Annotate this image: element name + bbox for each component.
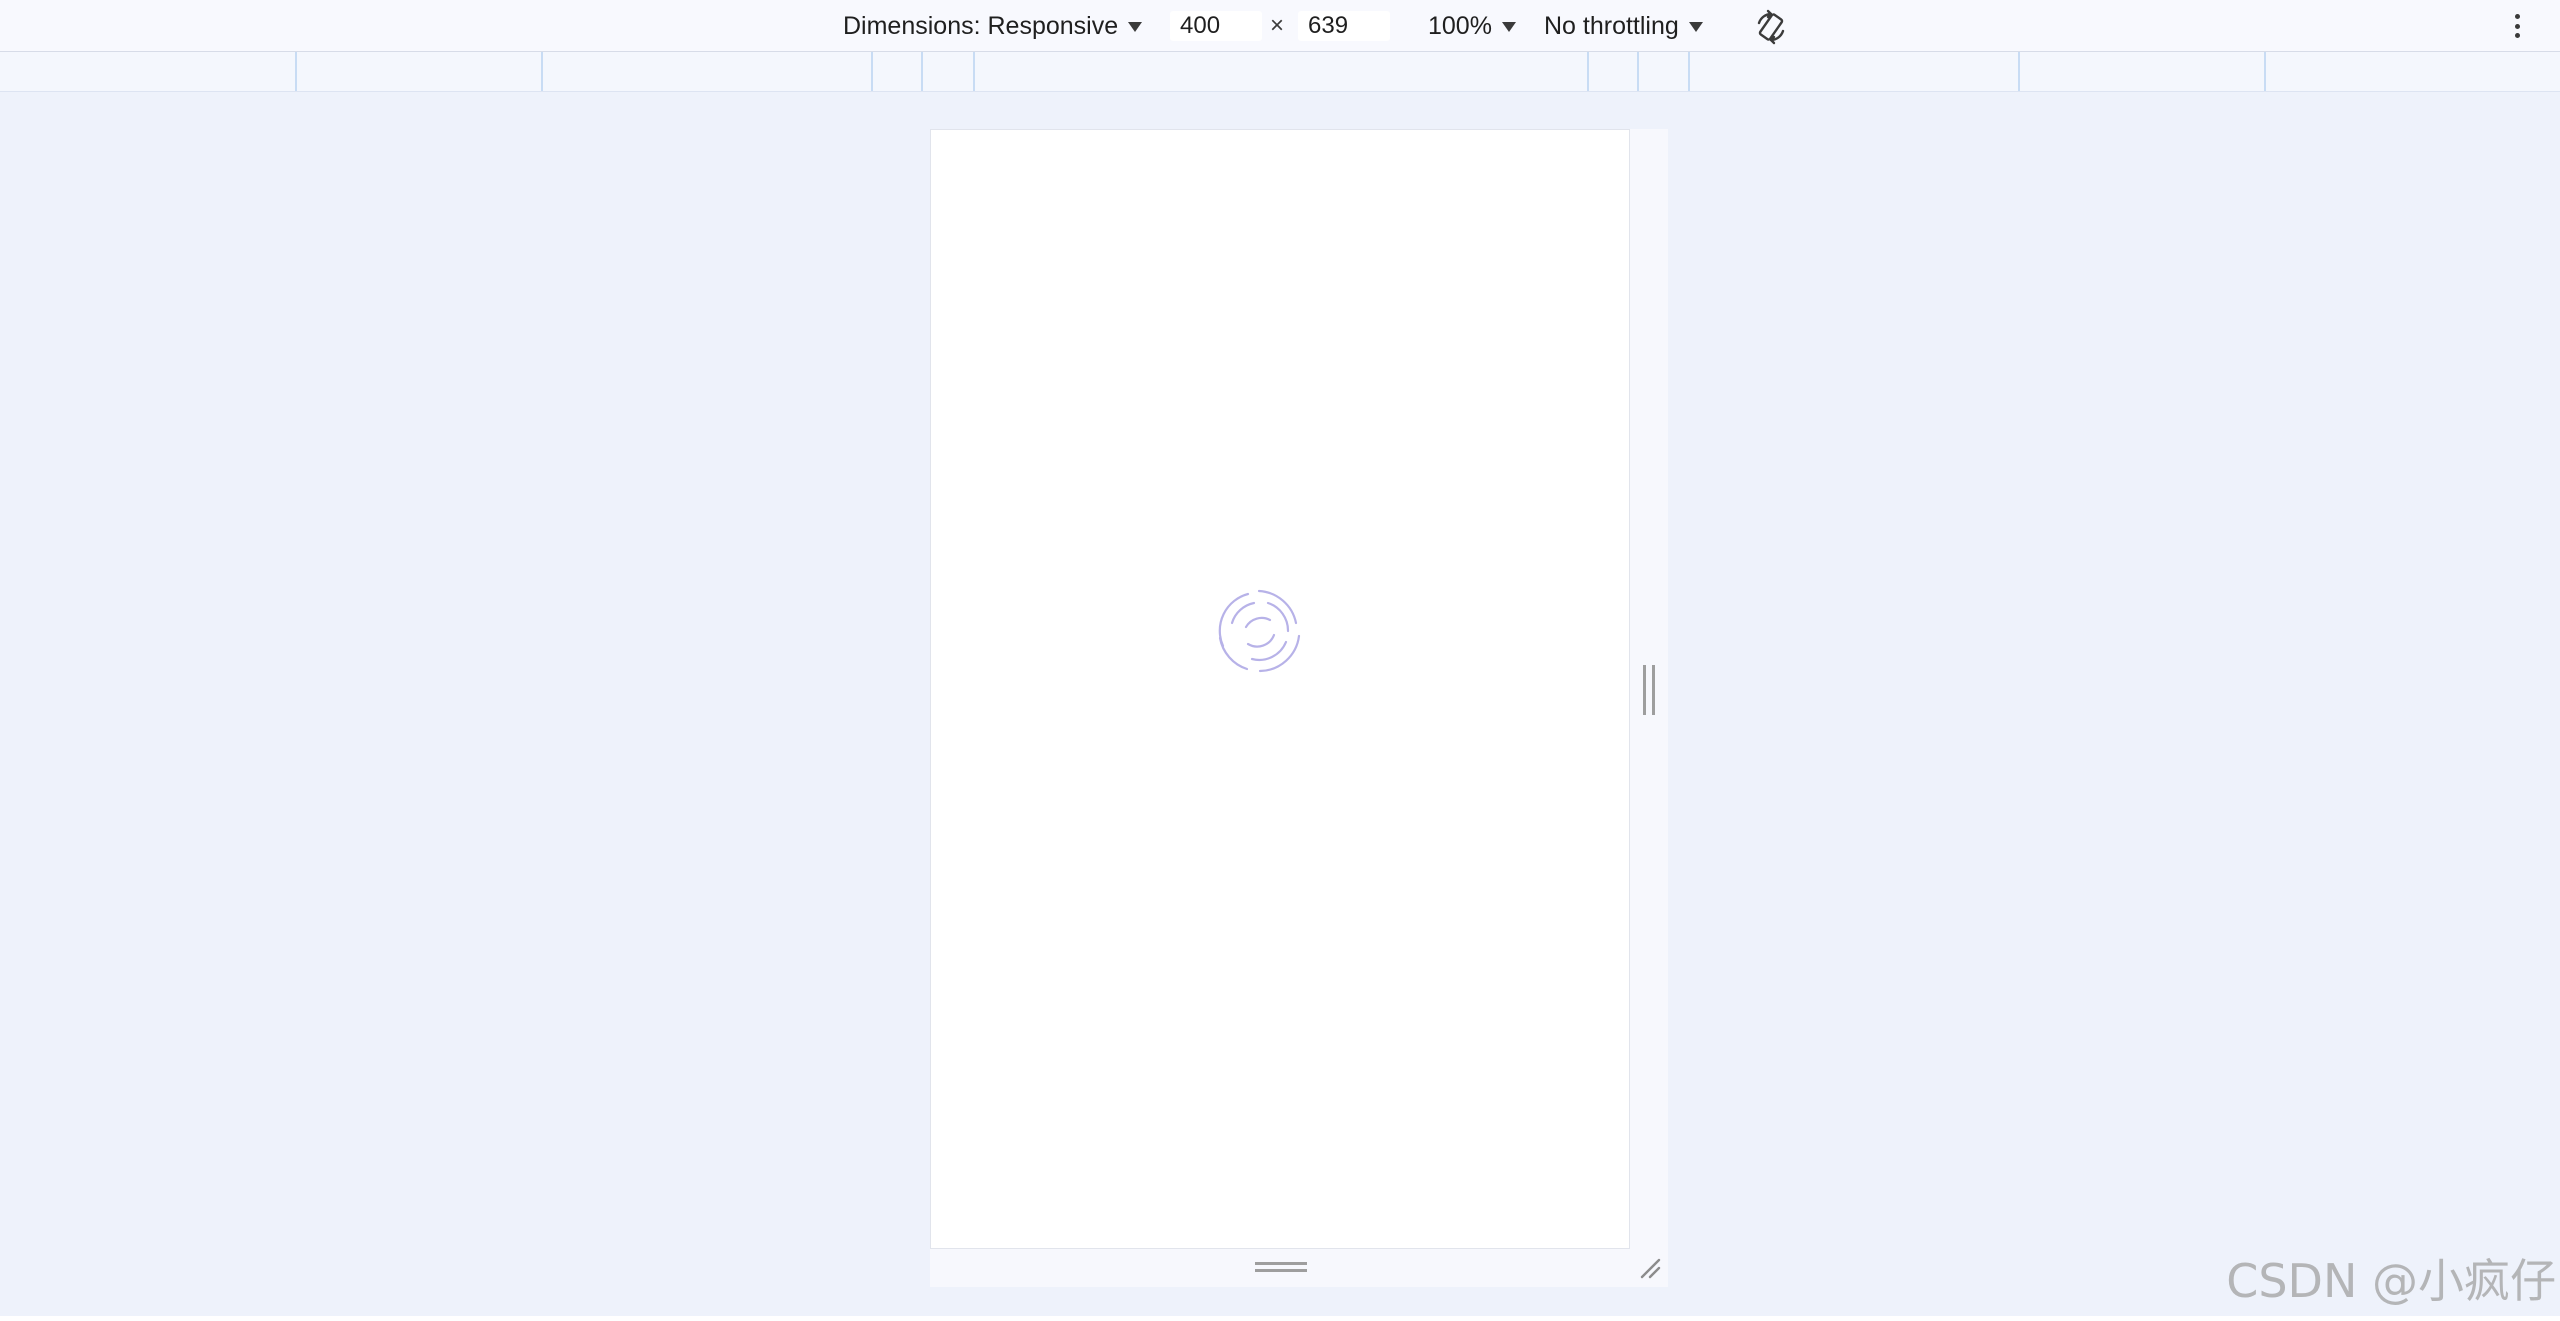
media-query-marker — [2264, 52, 2266, 91]
device-toolbar: Dimensions: Responsive × 100% No throttl… — [0, 0, 2560, 52]
zoom-dropdown[interactable]: 100% — [1428, 0, 1516, 52]
media-query-marker — [1637, 52, 1639, 91]
media-query-marker — [295, 52, 297, 91]
rotate-button[interactable] — [1752, 8, 1790, 46]
loading-spinner-icon — [1218, 589, 1301, 673]
device-viewport[interactable] — [930, 129, 1630, 1249]
chevron-down-icon — [1128, 22, 1143, 32]
zoom-label: 100% — [1428, 11, 1492, 40]
horizontal-grip-icon — [1255, 1262, 1307, 1272]
width-input[interactable] — [1170, 11, 1262, 41]
media-query-marker — [921, 52, 923, 91]
throttling-label: No throttling — [1544, 11, 1679, 40]
media-query-marker — [1688, 52, 1690, 91]
throttling-dropdown[interactable]: No throttling — [1544, 0, 1703, 52]
media-query-marker — [1587, 52, 1589, 91]
resize-corner-icon — [1640, 1258, 1661, 1279]
dimensions-dropdown[interactable]: Dimensions: Responsive — [843, 0, 1143, 52]
rotate-icon — [1757, 9, 1785, 45]
chevron-down-icon — [1501, 22, 1516, 32]
loading-spinner — [1204, 576, 1314, 686]
times-symbol: × — [1270, 12, 1285, 39]
chevron-down-icon — [1688, 22, 1703, 32]
media-query-marker — [871, 52, 873, 91]
watermark-text: CSDN @小疯仔 — [2226, 1254, 2556, 1308]
more-vertical-icon — [2514, 14, 2520, 19]
height-input[interactable] — [1298, 11, 1390, 41]
bottom-strip — [0, 1316, 2560, 1321]
dimensions-label: Dimensions: Responsive — [843, 11, 1119, 40]
media-query-marker — [2018, 52, 2020, 91]
media-query-marker — [541, 52, 543, 91]
more-options-button[interactable] — [2510, 10, 2524, 42]
media-query-marker — [973, 52, 975, 91]
media-query-bar[interactable] — [0, 52, 2560, 92]
vertical-grip-icon — [1643, 665, 1655, 715]
